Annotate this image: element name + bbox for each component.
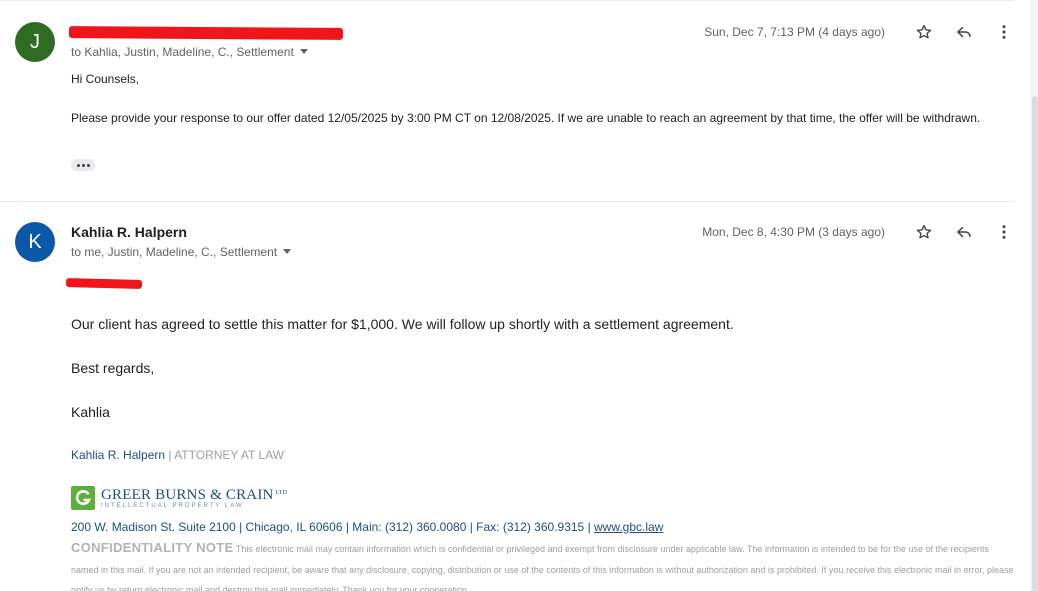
star-icon: [916, 24, 932, 39]
signature-name-line: Kahlia R. Halpern | ATTORNEY AT LAW: [71, 448, 284, 462]
message-sign-off: Kahlia: [71, 404, 110, 420]
redacted-sender-name: [68, 26, 344, 40]
recipients-toggle[interactable]: to me, Justin, Madeline, C., Settlement: [71, 245, 292, 259]
message-date: Mon, Dec 8, 4:30 PM (3 days ago): [702, 225, 885, 239]
firm-logo-text: GREER BURNS & CRAIN LTD INTELLECTUAL PROP…: [101, 487, 287, 509]
message-divider: [0, 201, 1014, 202]
dot: [76, 163, 80, 167]
firm-logo-suffix: LTD: [275, 490, 288, 496]
chevron-down-icon: [299, 49, 308, 54]
show-trimmed-content-button[interactable]: [71, 159, 95, 171]
message-closing: Best regards,: [71, 360, 155, 376]
star-button[interactable]: [912, 20, 936, 44]
reply-button[interactable]: [952, 220, 976, 244]
more-options-button[interactable]: [992, 220, 1016, 244]
signature-address: 200 W. Madison St. Suite 2100 | Chicago,…: [71, 520, 663, 534]
star-button[interactable]: [912, 220, 936, 244]
signature-name: Kahlia R. Halpern: [71, 448, 166, 462]
firm-logo-name: GREER BURNS & CRAIN: [101, 487, 274, 503]
divider: [0, 0, 1014, 1]
dot: [86, 163, 90, 167]
confidentiality-label: CONFIDENTIALITY NOTE: [71, 540, 234, 555]
email-thread: J to Kahlia, Justin, Madeline, C., Settl…: [0, 0, 1030, 591]
address-text: 200 W. Madison St. Suite 2100 | Chicago,…: [71, 520, 595, 534]
chevron-down-icon: [283, 249, 292, 254]
sender-name[interactable]: Kahlia R. Halpern: [71, 224, 187, 240]
dot: [81, 163, 85, 167]
reply-button[interactable]: [952, 20, 976, 44]
to-line-text: to me, Justin, Madeline, C., Settlement: [71, 245, 278, 259]
confidentiality-note: CONFIDENTIALITY NOTE This electronic mai…: [71, 538, 1016, 591]
scrollbar-thumb[interactable]: [1032, 96, 1038, 591]
signature-title: | ATTORNEY AT LAW: [165, 448, 284, 462]
message-date: Sun, Dec 7, 7:13 PM (4 days ago): [704, 25, 885, 39]
recipients-toggle[interactable]: to Kahlia, Justin, Madeline, C., Settlem…: [71, 45, 308, 59]
more-vert-icon: [1002, 25, 1006, 39]
reply-icon: [957, 26, 971, 38]
avatar[interactable]: K: [15, 222, 55, 262]
redacted-greeting: [65, 278, 143, 289]
avatar[interactable]: J: [15, 22, 55, 62]
more-options-button[interactable]: [992, 20, 1016, 44]
message-body: Please provide your response to our offe…: [71, 111, 981, 125]
message-body: Our client has agreed to settle this mat…: [71, 316, 734, 332]
website-link[interactable]: www.gbc.law: [594, 520, 663, 534]
more-vert-icon: [1002, 225, 1006, 239]
reply-icon: [957, 226, 971, 238]
firm-logo: GREER BURNS & CRAIN LTD INTELLECTUAL PROP…: [71, 484, 287, 512]
message-greeting: Hi Counsels,: [71, 72, 140, 86]
firm-logo-main: GREER BURNS & CRAIN LTD: [101, 487, 287, 504]
star-icon: [916, 224, 932, 239]
to-line-text: to Kahlia, Justin, Madeline, C., Settlem…: [71, 45, 294, 59]
firm-logo-mark-icon: [71, 486, 95, 510]
